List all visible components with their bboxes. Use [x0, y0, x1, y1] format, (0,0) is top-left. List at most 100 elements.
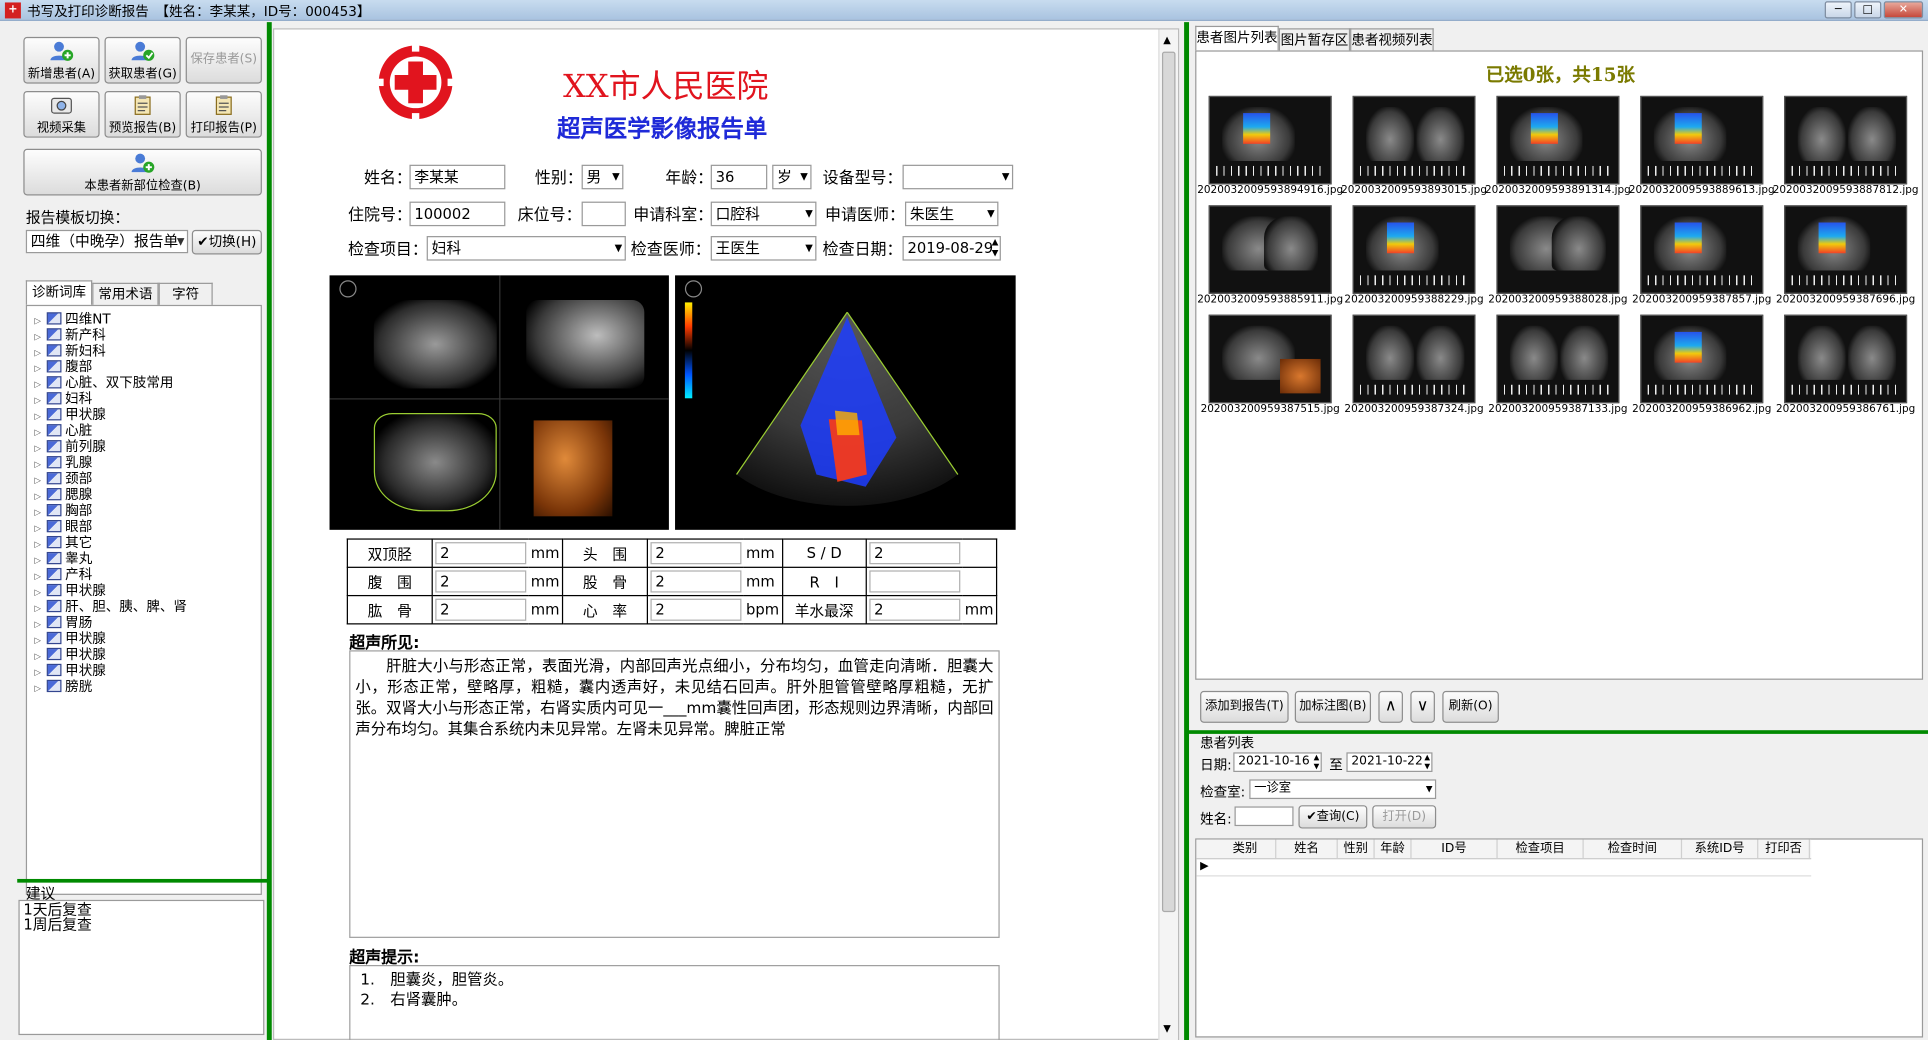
tab-diagnosis-dictionary[interactable]: 诊断词库	[25, 280, 93, 305]
name-field[interactable]: 李某某	[409, 164, 506, 190]
image-thumbnail[interactable]: 20200320095938751​5.jpg	[1201, 314, 1344, 416]
image-thumbnail[interactable]: 20200320095938802​8.jpg	[1488, 205, 1631, 306]
column-header[interactable]: ID号	[1412, 839, 1498, 859]
measurement-input[interactable]: 2	[435, 542, 526, 565]
measurement-value-cell[interactable]: 2	[865, 538, 963, 568]
ultrasound-thumbnail-image[interactable]	[1496, 205, 1620, 294]
scroll-down-icon[interactable]: ▼	[1163, 1023, 1171, 1034]
hint-textarea[interactable]: 1. 胆囊炎，胆管炎。 2. 右肾囊肿。	[349, 965, 1000, 1040]
advice-textarea[interactable]: 1天后复查 1周后复查	[18, 899, 265, 1036]
image-thumbnail[interactable]: 20200320095938896​13.jpg	[1629, 95, 1775, 197]
measurement-input[interactable]: 2	[650, 598, 742, 621]
column-header[interactable]: 系统ID号	[1682, 839, 1759, 859]
new-site-check-button[interactable]: 本患者新部位检查(B)	[23, 148, 262, 196]
template-select[interactable]: 四维（中晚孕）报告单 ▼	[25, 229, 189, 254]
column-header[interactable]: 检查项目	[1498, 839, 1584, 859]
splitter-right[interactable]	[1184, 22, 1190, 1040]
exam-doctor-select[interactable]: 王医生 ▼	[710, 236, 817, 261]
dept-select[interactable]: 口腔科 ▼	[710, 201, 817, 227]
measurement-input[interactable]: 2	[869, 542, 960, 565]
findings-textarea[interactable]: 肝脏大小与形态正常，表面光滑，内部回声光点细小，分布均匀，血管走向清晰．胆囊大小…	[349, 650, 1000, 938]
exam-date-field[interactable]: 2019-08-29 ▲ ▼	[902, 236, 1001, 261]
diagnosis-tree[interactable]: ▷ 四维NT ▷ 新产科 ▷ 新妇科 ▷ 腹部 ▷ 心脏、双下肢常用 ▷ 妇科 ▷ 甲状腺 ▷ 心脏 ▷ 前列腺 ▷…	[25, 304, 262, 895]
image-thumbnail[interactable]: 20200320095938859​11.jpg	[1197, 205, 1344, 306]
req-doctor-select[interactable]: 朱医生 ▼	[904, 201, 999, 227]
item-select[interactable]: 妇科 ▼	[426, 236, 626, 261]
annotate-button[interactable]: 加标注图(B)	[1294, 690, 1372, 723]
ultrasound-thumbnail-image[interactable]	[1784, 95, 1908, 185]
measurement-input[interactable]: 2	[650, 570, 742, 593]
measurement-input[interactable]: 2	[435, 570, 526, 593]
refresh-button[interactable]: 刷新(O)	[1442, 690, 1499, 723]
column-header[interactable]: 打印否	[1758, 839, 1810, 859]
ultrasound-thumbnail-image[interactable]	[1496, 95, 1620, 185]
query-button[interactable]: ✔查询(C)	[1298, 805, 1368, 829]
minimize-button[interactable]: ─	[1824, 1, 1852, 19]
date-to-field[interactable]: 2021-10-22 ▲ ▼	[1346, 752, 1433, 773]
measurement-value-cell[interactable]: 2	[431, 538, 529, 568]
column-header[interactable]: 类别	[1215, 839, 1277, 859]
bed-field[interactable]	[581, 201, 626, 227]
column-header[interactable]: 姓名	[1276, 839, 1338, 859]
tab-characters[interactable]: 字符	[158, 282, 213, 307]
tab-patient-videos[interactable]: 患者视频列表	[1350, 28, 1434, 52]
measurement-value-cell[interactable]: 2	[646, 566, 744, 597]
scroll-thumb[interactable]	[1161, 51, 1176, 913]
column-header[interactable]: 检查时间	[1584, 839, 1683, 859]
save-patient-button[interactable]: 保存患者(S)	[185, 36, 262, 84]
ultrasound-thumbnail-image[interactable]	[1784, 314, 1908, 404]
new-patient-button[interactable]: 新增患者(A)	[23, 36, 100, 84]
ultrasound-thumbnail-image[interactable]	[1640, 95, 1764, 185]
video-capture-button[interactable]: 视频采集	[23, 90, 100, 138]
device-select[interactable]: ▼	[902, 164, 1014, 190]
move-up-button[interactable]: ∧	[1378, 690, 1403, 723]
get-patient-button[interactable]: 获取患者(G)	[104, 36, 181, 84]
date-from-field[interactable]: 2021-10-16 ▲ ▼	[1233, 752, 1322, 773]
room-select[interactable]: 一诊室 ▼	[1249, 779, 1437, 800]
switch-button[interactable]: ✔切换(H)	[191, 229, 262, 255]
image-thumbnail[interactable]: 20200320095938949​16.jpg	[1197, 95, 1344, 197]
measurement-value-cell[interactable]: 2	[865, 594, 963, 625]
ultrasound-thumbnail-image[interactable]	[1352, 205, 1476, 294]
measurement-input[interactable]: 2	[650, 542, 742, 565]
image-thumbnail[interactable]: 20200320095938676​1.jpg	[1776, 314, 1919, 416]
table-row[interactable]: ▶	[1196, 859, 1812, 877]
image-thumbnail[interactable]: 20200320095938785​7.jpg	[1632, 205, 1775, 306]
ultrasound-thumbnail-image[interactable]	[1352, 95, 1476, 185]
print-report-button[interactable]: 打印报告(P)	[185, 90, 262, 138]
ultrasound-thumbnail-image[interactable]	[1352, 314, 1476, 404]
maximize-button[interactable]: □	[1854, 1, 1882, 19]
splitter[interactable]	[266, 22, 272, 1040]
tree-item[interactable]: ▷ 膀胱	[34, 679, 92, 697]
ultrasound-thumbnail-image[interactable]	[1208, 314, 1332, 404]
image-thumbnail[interactable]: 202003200959389​3015.jpg	[1341, 95, 1488, 197]
image-thumbnail[interactable]: 20200320095938696​2.jpg	[1632, 314, 1775, 416]
image-thumbnail[interactable]: 20200320095938713​3.jpg	[1488, 314, 1631, 416]
image-thumbnail[interactable]: 20200320095938878​12.jpg	[1773, 95, 1919, 197]
ultrasound-thumbnail-image[interactable]	[1640, 205, 1764, 294]
tab-image-staging[interactable]: 图片暂存区	[1278, 28, 1351, 52]
open-button[interactable]: 打开(D)	[1372, 805, 1437, 829]
expand-icon[interactable]: ▷	[34, 681, 46, 697]
image-thumbnail[interactable]: 20200320095938732​4.jpg	[1344, 314, 1488, 416]
ultrasound-thumbnail-image[interactable]	[1496, 314, 1620, 404]
measurement-value-cell[interactable]: 2	[431, 594, 529, 625]
image-thumbnail[interactable]: 20200320095938913​14.jpg	[1485, 95, 1631, 197]
measurement-value-cell[interactable]: 2	[646, 594, 744, 625]
ultrasound-thumbnail-image[interactable]	[1208, 205, 1332, 294]
preview-report-button[interactable]: 预览报告(B)	[104, 90, 181, 138]
column-header[interactable]: 年龄	[1375, 839, 1412, 859]
ultrasound-image-4d[interactable]	[329, 275, 669, 530]
gender-select[interactable]: 男 ▼	[581, 164, 624, 190]
add-to-report-button[interactable]: 添加到报告(T)	[1200, 690, 1289, 723]
tab-common-terms[interactable]: 常用术语	[92, 282, 159, 307]
measurement-input[interactable]: 2	[869, 598, 960, 621]
scroll-up-icon[interactable]: ▲	[1163, 34, 1171, 45]
age-field[interactable]: 36	[710, 164, 768, 190]
tab-patient-images[interactable]: 患者图片列表	[1195, 25, 1279, 51]
image-thumbnail[interactable]: 20200320095938822​9.jpg	[1344, 205, 1488, 306]
move-down-button[interactable]: ∨	[1410, 690, 1435, 723]
ultrasound-image-doppler[interactable]	[675, 275, 1016, 530]
ultrasound-thumbnail-image[interactable]	[1208, 95, 1332, 185]
measurement-input[interactable]	[869, 570, 960, 593]
